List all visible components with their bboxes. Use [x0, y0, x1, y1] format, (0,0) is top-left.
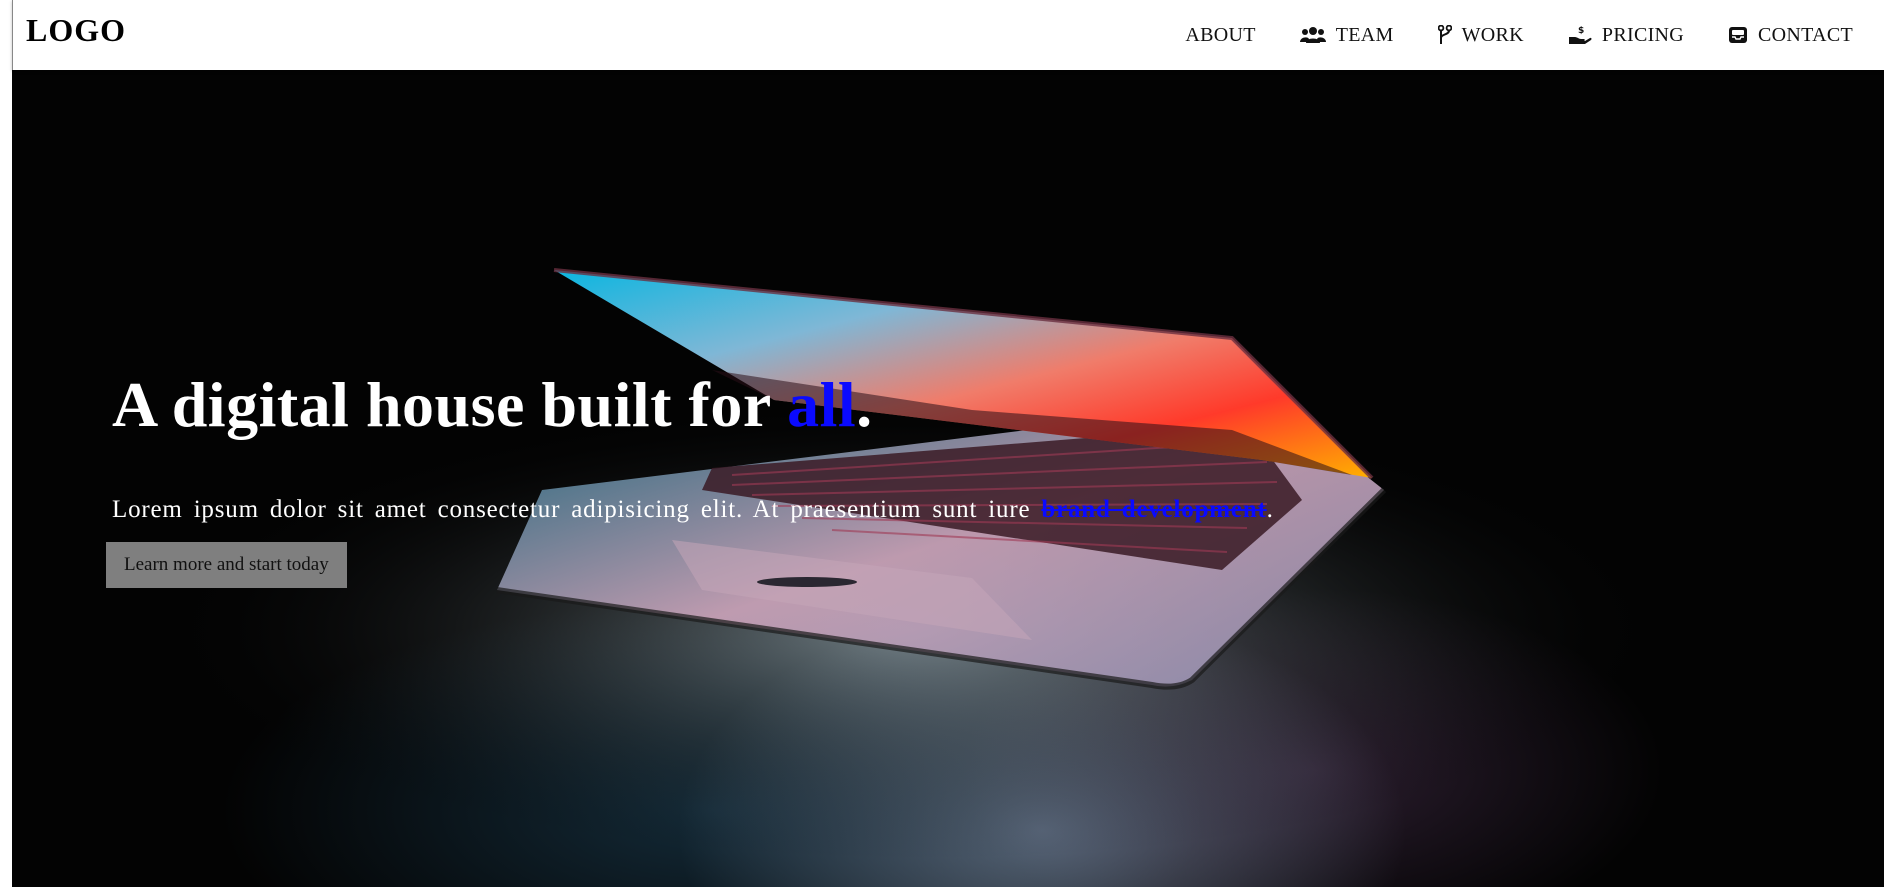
learn-more-button[interactable]: Learn more and start today	[106, 542, 347, 589]
nav-about[interactable]: ABOUT	[1185, 24, 1255, 47]
inbox-icon	[1729, 27, 1748, 43]
users-icon	[1299, 27, 1326, 43]
nav-contact[interactable]: CONTACT	[1728, 24, 1853, 47]
nav-team[interactable]: TEAM	[1299, 23, 1394, 47]
main-nav: ABOUT TEAM WORK $ PRICING CONTACT	[1141, 0, 1853, 70]
headline-text: A digital house built for	[112, 369, 788, 440]
nav-pricing[interactable]: $ PRICING	[1568, 24, 1684, 47]
hero-headline: A digital house built for all.	[112, 369, 1412, 440]
headline-accent: all	[787, 369, 857, 440]
nav-team-label: TEAM	[1335, 23, 1394, 46]
headline-period: .	[856, 369, 873, 440]
hand-dollar-icon: $	[1568, 26, 1592, 44]
nav-work-label: WORK	[1461, 23, 1524, 46]
hero-content: A digital house built for all. Lorem ips…	[106, 369, 1412, 589]
lead-text: Lorem ipsum dolor sit amet consectetur a…	[112, 496, 1042, 524]
page: LOGO ABOUT TEAM WORK $ PRICING CONTACT A…	[0, 0, 1884, 887]
nav-pricing-label: PRICING	[1601, 23, 1685, 46]
nav-about-label: ABOUT	[1185, 23, 1256, 46]
left-margin	[0, 0, 12, 887]
nav-contact-label: CONTACT	[1758, 23, 1853, 46]
navbar: LOGO ABOUT TEAM WORK $ PRICING CONTACT	[12, 0, 1884, 70]
lead-period: .	[1266, 496, 1274, 524]
hero-section: A digital house built for all. Lorem ips…	[12, 70, 1884, 887]
brand-development-link[interactable]: brand development	[1041, 496, 1266, 523]
code-branch-icon	[1437, 25, 1452, 44]
svg-text:$: $	[1578, 26, 1585, 36]
nav-work[interactable]: WORK	[1437, 23, 1524, 47]
hero-lead-paragraph: Lorem ipsum dolor sit amet consectetur a…	[112, 496, 1412, 524]
logo[interactable]: LOGO	[26, 12, 126, 49]
